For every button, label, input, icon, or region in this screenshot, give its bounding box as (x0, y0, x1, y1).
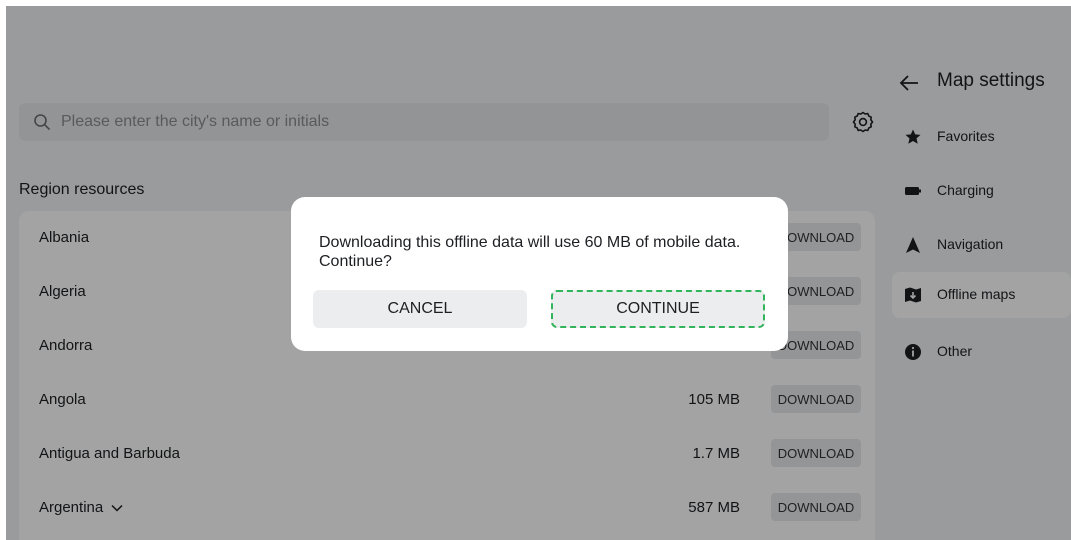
data-usage-dialog: Downloading this offline data will use 6… (291, 197, 788, 351)
map-settings-screen: Region resources Albania DOWNLOAD Algeri… (6, 6, 1071, 540)
dialog-message: Downloading this offline data will use 6… (319, 234, 741, 270)
continue-button[interactable]: CONTINUE (551, 290, 765, 328)
cancel-button[interactable]: CANCEL (313, 290, 527, 328)
